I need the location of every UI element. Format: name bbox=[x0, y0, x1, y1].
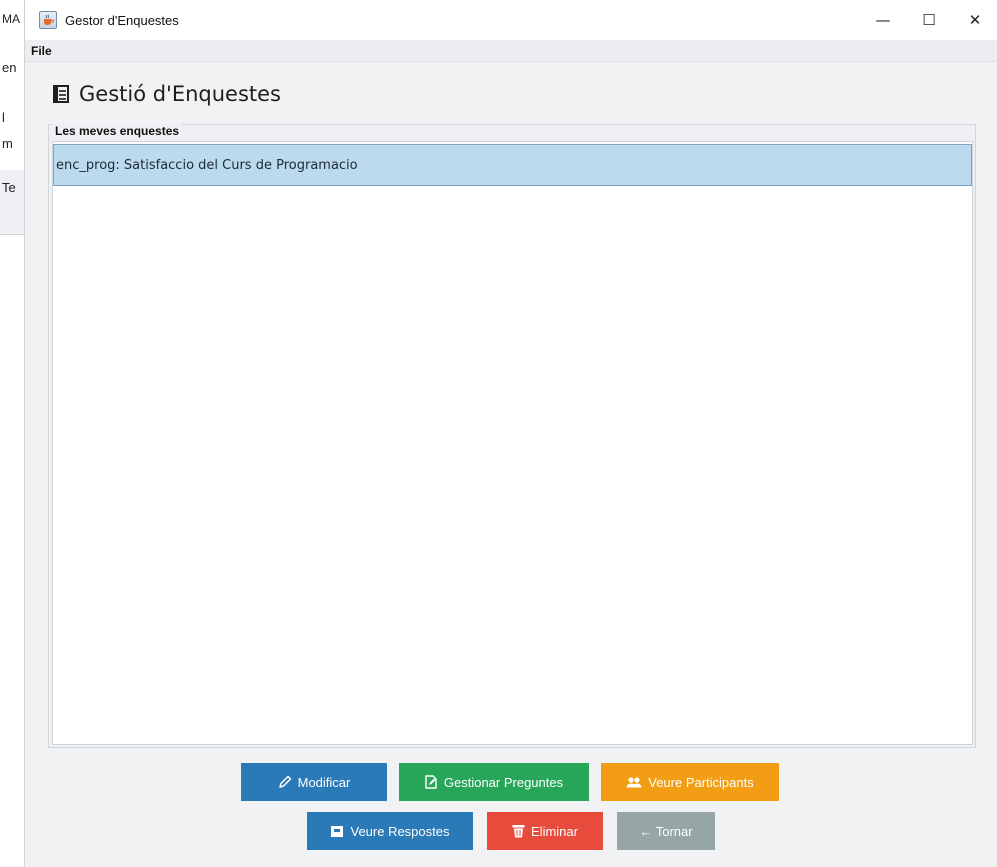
title-bar[interactable]: Gestor d'Enquestes — ☐ ✕ bbox=[25, 0, 997, 40]
window-title: Gestor d'Enquestes bbox=[65, 12, 179, 28]
view-participants-button-label: Veure Participants bbox=[648, 774, 754, 790]
background-text-fragment: en bbox=[2, 60, 17, 75]
surveys-panel: Les meves enquestes enc_prog: Satisfacci… bbox=[48, 124, 976, 748]
surveys-list[interactable]: enc_prog: Satisfaccio del Curs de Progra… bbox=[52, 141, 973, 745]
delete-button[interactable]: Eliminar bbox=[487, 812, 603, 850]
back-button[interactable]: ← Tornar bbox=[617, 812, 715, 850]
maximize-button[interactable]: ☐ bbox=[906, 0, 952, 40]
background-text-fragment: m bbox=[2, 136, 13, 151]
background-strip: Te bbox=[0, 170, 24, 235]
pencil-icon bbox=[278, 775, 292, 789]
window-controls: — ☐ ✕ bbox=[860, 0, 997, 40]
delete-button-label: Eliminar bbox=[531, 823, 578, 839]
background-window: MA en l m Te bbox=[0, 0, 24, 867]
minimize-button[interactable]: — bbox=[860, 0, 906, 40]
survey-list-item[interactable]: enc_prog: Satisfaccio del Curs de Progra… bbox=[53, 144, 972, 186]
manage-questions-button-label: Gestionar Preguntes bbox=[443, 774, 564, 790]
modify-button-label: Modificar bbox=[297, 774, 351, 790]
view-participants-button[interactable]: Veure Participants bbox=[601, 763, 779, 801]
app-window: Gestor d'Enquestes — ☐ ✕ File Gestió d'E… bbox=[24, 0, 997, 867]
java-cup-icon bbox=[39, 11, 57, 29]
menu-file[interactable]: File bbox=[31, 44, 52, 58]
menu-bar: File bbox=[25, 40, 997, 62]
page-heading: Gestió d'Enquestes bbox=[53, 82, 281, 106]
background-text-fragment: Te bbox=[2, 180, 16, 195]
surveys-panel-title: Les meves enquestes bbox=[52, 124, 183, 138]
document-icon bbox=[53, 85, 69, 103]
background-text-fragment: l bbox=[2, 110, 5, 125]
manage-questions-button[interactable]: Gestionar Preguntes bbox=[399, 763, 589, 801]
inbox-icon bbox=[330, 825, 344, 838]
background-text-fragment: MA bbox=[2, 12, 20, 26]
main-content: Gestió d'Enquestes Les meves enquestes e… bbox=[25, 62, 997, 867]
view-answers-button-label: Veure Respostes bbox=[350, 823, 450, 839]
page-title: Gestió d'Enquestes bbox=[79, 82, 282, 106]
users-icon bbox=[626, 776, 642, 788]
edit-document-icon bbox=[425, 775, 438, 789]
back-button-label: ← Tornar bbox=[639, 823, 693, 839]
view-answers-button[interactable]: Veure Respostes bbox=[307, 812, 473, 850]
trash-icon bbox=[512, 824, 525, 838]
modify-button[interactable]: Modificar bbox=[241, 763, 387, 801]
close-button[interactable]: ✕ bbox=[952, 0, 997, 40]
